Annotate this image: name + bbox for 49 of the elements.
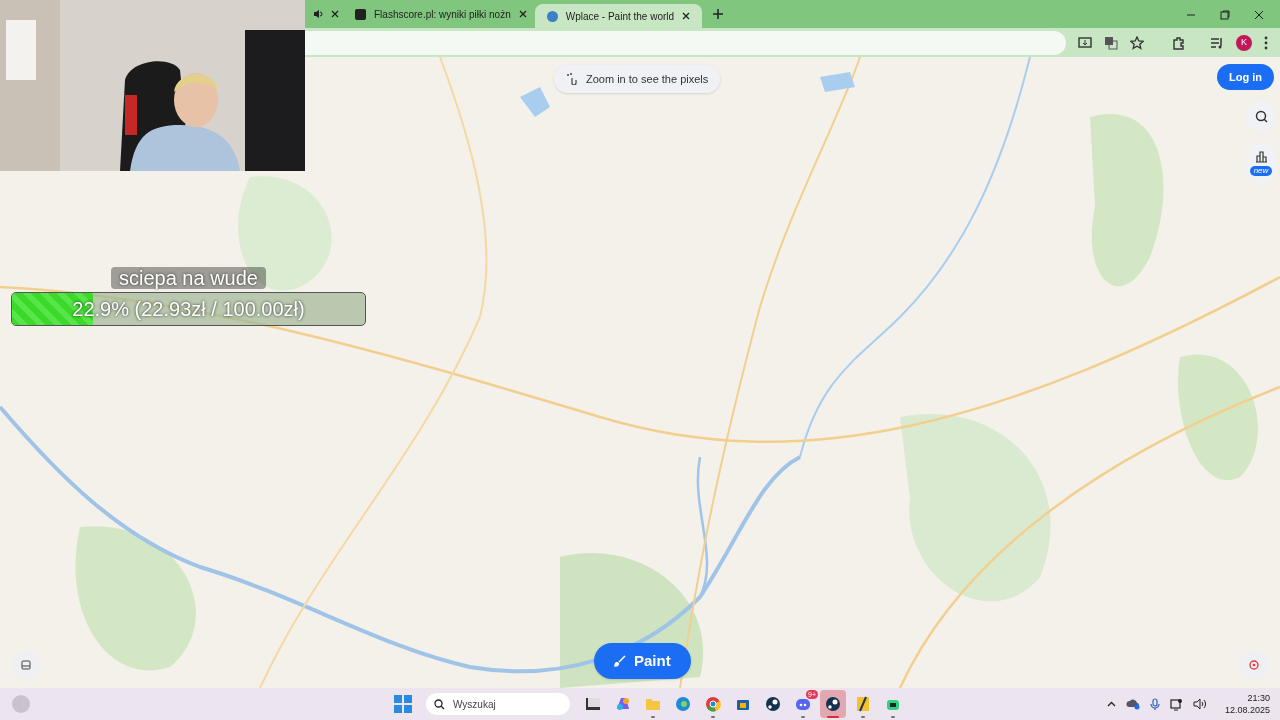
search-icon <box>1254 109 1268 123</box>
install-icon[interactable] <box>1078 35 1092 50</box>
pointer-icon <box>566 73 578 85</box>
tab-title: Wplace - Paint the world <box>565 9 675 24</box>
microphone-icon[interactable] <box>1149 697 1160 711</box>
steam-icon <box>824 695 842 713</box>
close-tab-icon[interactable] <box>518 10 527 18</box>
taskbar-app-button[interactable] <box>820 690 846 718</box>
paint-button[interactable]: Paint <box>594 643 691 679</box>
tab-title: Flashscore.pl: wyniki piłki nożn <box>374 7 511 22</box>
media-icon[interactable] <box>1210 35 1224 50</box>
browser-tab[interactable]: Wplace - Paint the world <box>534 4 703 28</box>
browser-icon <box>674 695 692 713</box>
browser-tab[interactable]: Flashscore.pl: wyniki piłki nożn <box>347 2 535 26</box>
favicon-icon <box>546 10 558 22</box>
target-icon <box>1248 659 1260 671</box>
zoom-hint-text: Zoom in to see the pixels <box>586 71 709 87</box>
close-tab-icon[interactable] <box>331 10 339 18</box>
game-icon <box>854 695 872 713</box>
network-icon[interactable] <box>1169 697 1183 711</box>
clock-time[interactable]: 21:30 <box>1247 692 1270 704</box>
profile-avatar[interactable]: K <box>1236 34 1252 51</box>
speaker-icon[interactable] <box>313 9 323 19</box>
bar-chart-icon <box>1254 151 1268 163</box>
search-icon <box>434 698 445 710</box>
steam-icon <box>764 695 782 713</box>
taskbar-search-input[interactable]: Wyszukaj <box>453 696 553 712</box>
chevron-up-icon[interactable] <box>1106 699 1116 709</box>
more-icon[interactable] <box>1264 35 1268 50</box>
star-icon[interactable] <box>1130 35 1144 50</box>
clock-date[interactable]: 12.08.2025 <box>1224 704 1270 716</box>
login-button[interactable]: Log in <box>1217 64 1274 90</box>
chrome-icon <box>704 695 722 713</box>
favicon-icon <box>355 8 366 20</box>
copilot-icon <box>614 695 632 713</box>
close-tab-icon[interactable] <box>682 12 691 20</box>
taskbar-search-field[interactable]: Wyszukaj <box>426 693 570 715</box>
close-icon[interactable] <box>1254 10 1264 20</box>
restore-icon[interactable] <box>1220 10 1230 20</box>
translate-icon[interactable] <box>1104 35 1118 50</box>
speaker-icon[interactable] <box>1192 698 1207 710</box>
windows-start-icon[interactable] <box>394 695 412 713</box>
desktop-icon <box>584 695 602 713</box>
donation-title: sciepa na wude <box>111 267 266 289</box>
brush-icon <box>614 655 626 667</box>
new-badge: new <box>1249 166 1273 176</box>
tray-icon <box>21 660 31 670</box>
extensions-icon[interactable] <box>1172 35 1186 50</box>
cloud-icon[interactable] <box>1125 698 1140 710</box>
